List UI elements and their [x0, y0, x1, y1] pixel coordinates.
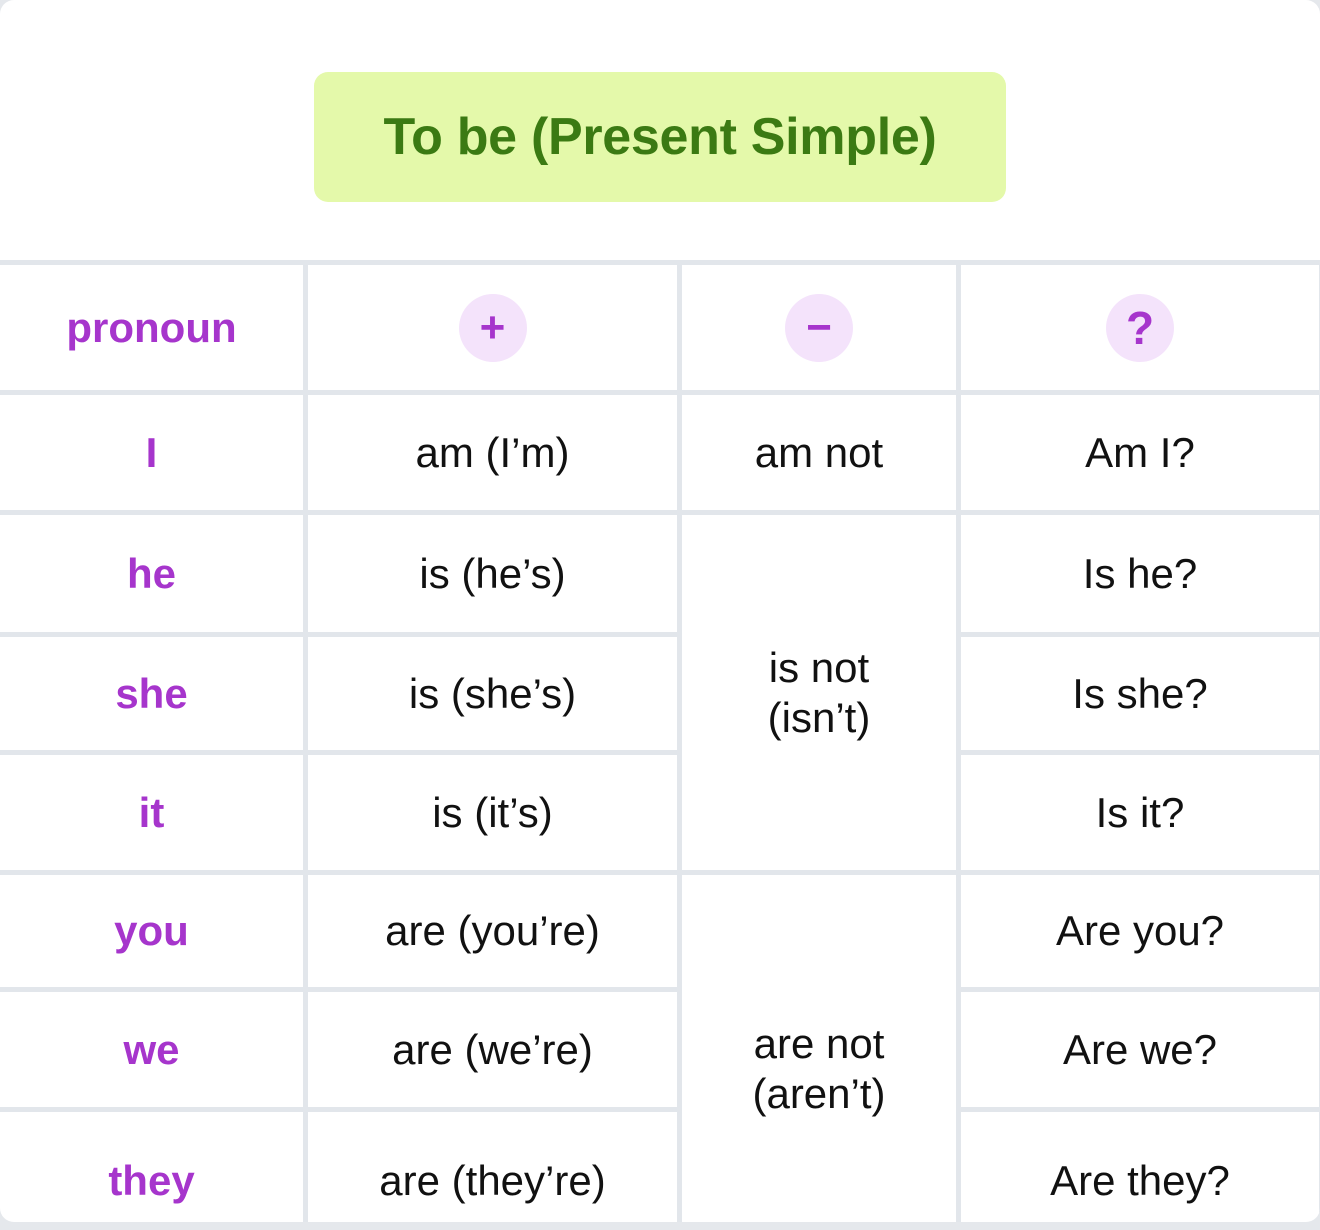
minus-icon: − [785, 293, 853, 362]
table-cell-question: Are they? [961, 1112, 1319, 1222]
table-cell-affirmative: is (it’s) [308, 755, 677, 870]
table-cell-affirmative: is (he’s) [308, 515, 677, 632]
negative-line-1: am not [754, 428, 884, 476]
page-title: To be (Present Simple) [314, 72, 1006, 202]
question-mark-icon: ? [1106, 293, 1174, 362]
table-cell-pronoun: I [0, 395, 303, 510]
negative-line-2: (isn’t) [767, 693, 871, 741]
table-cell-affirmative: are (we’re) [308, 992, 677, 1107]
negative-line-1: is not [768, 643, 870, 691]
negative-line-2: (aren’t) [752, 1069, 886, 1117]
table-cell-question: Is she? [961, 637, 1319, 750]
plus-icon: + [458, 293, 527, 362]
table-cell-pronoun: she [0, 637, 303, 750]
table-cell-negative-merged: are not (aren’t) [682, 875, 956, 1222]
table-cell-pronoun: they [0, 1112, 303, 1222]
table-cell-negative: am not [682, 395, 956, 510]
grammar-table-card: To be (Present Simple) pronoun + − ? I a… [0, 0, 1320, 1222]
table-cell-pronoun: it [0, 755, 303, 870]
table-cell-pronoun: you [0, 875, 303, 987]
conjugation-table: pronoun + − ? I am (I’m) am not Am I? he… [0, 260, 1320, 1222]
table-cell-affirmative: are (they’re) [308, 1112, 677, 1222]
table-cell-question: Is he? [961, 515, 1319, 632]
negative-line-1: are not [753, 1019, 885, 1067]
column-header-negative: − [682, 265, 956, 390]
column-header-affirmative: + [308, 265, 677, 390]
table-cell-pronoun: he [0, 515, 303, 632]
table-cell-question: Is it? [961, 755, 1319, 870]
table-cell-question: Are you? [961, 875, 1319, 987]
table-cell-question: Are we? [961, 992, 1319, 1107]
table-cell-affirmative: are (you’re) [308, 875, 677, 987]
table-cell-question: Am I? [961, 395, 1319, 510]
title-area: To be (Present Simple) [0, 0, 1320, 260]
table-cell-negative-merged: is not (isn’t) [682, 515, 956, 870]
table-cell-affirmative: is (she’s) [308, 637, 677, 750]
table-cell-pronoun: we [0, 992, 303, 1107]
column-header-pronoun: pronoun [0, 265, 303, 390]
table-cell-affirmative: am (I’m) [308, 395, 677, 510]
column-header-question: ? [961, 265, 1319, 390]
